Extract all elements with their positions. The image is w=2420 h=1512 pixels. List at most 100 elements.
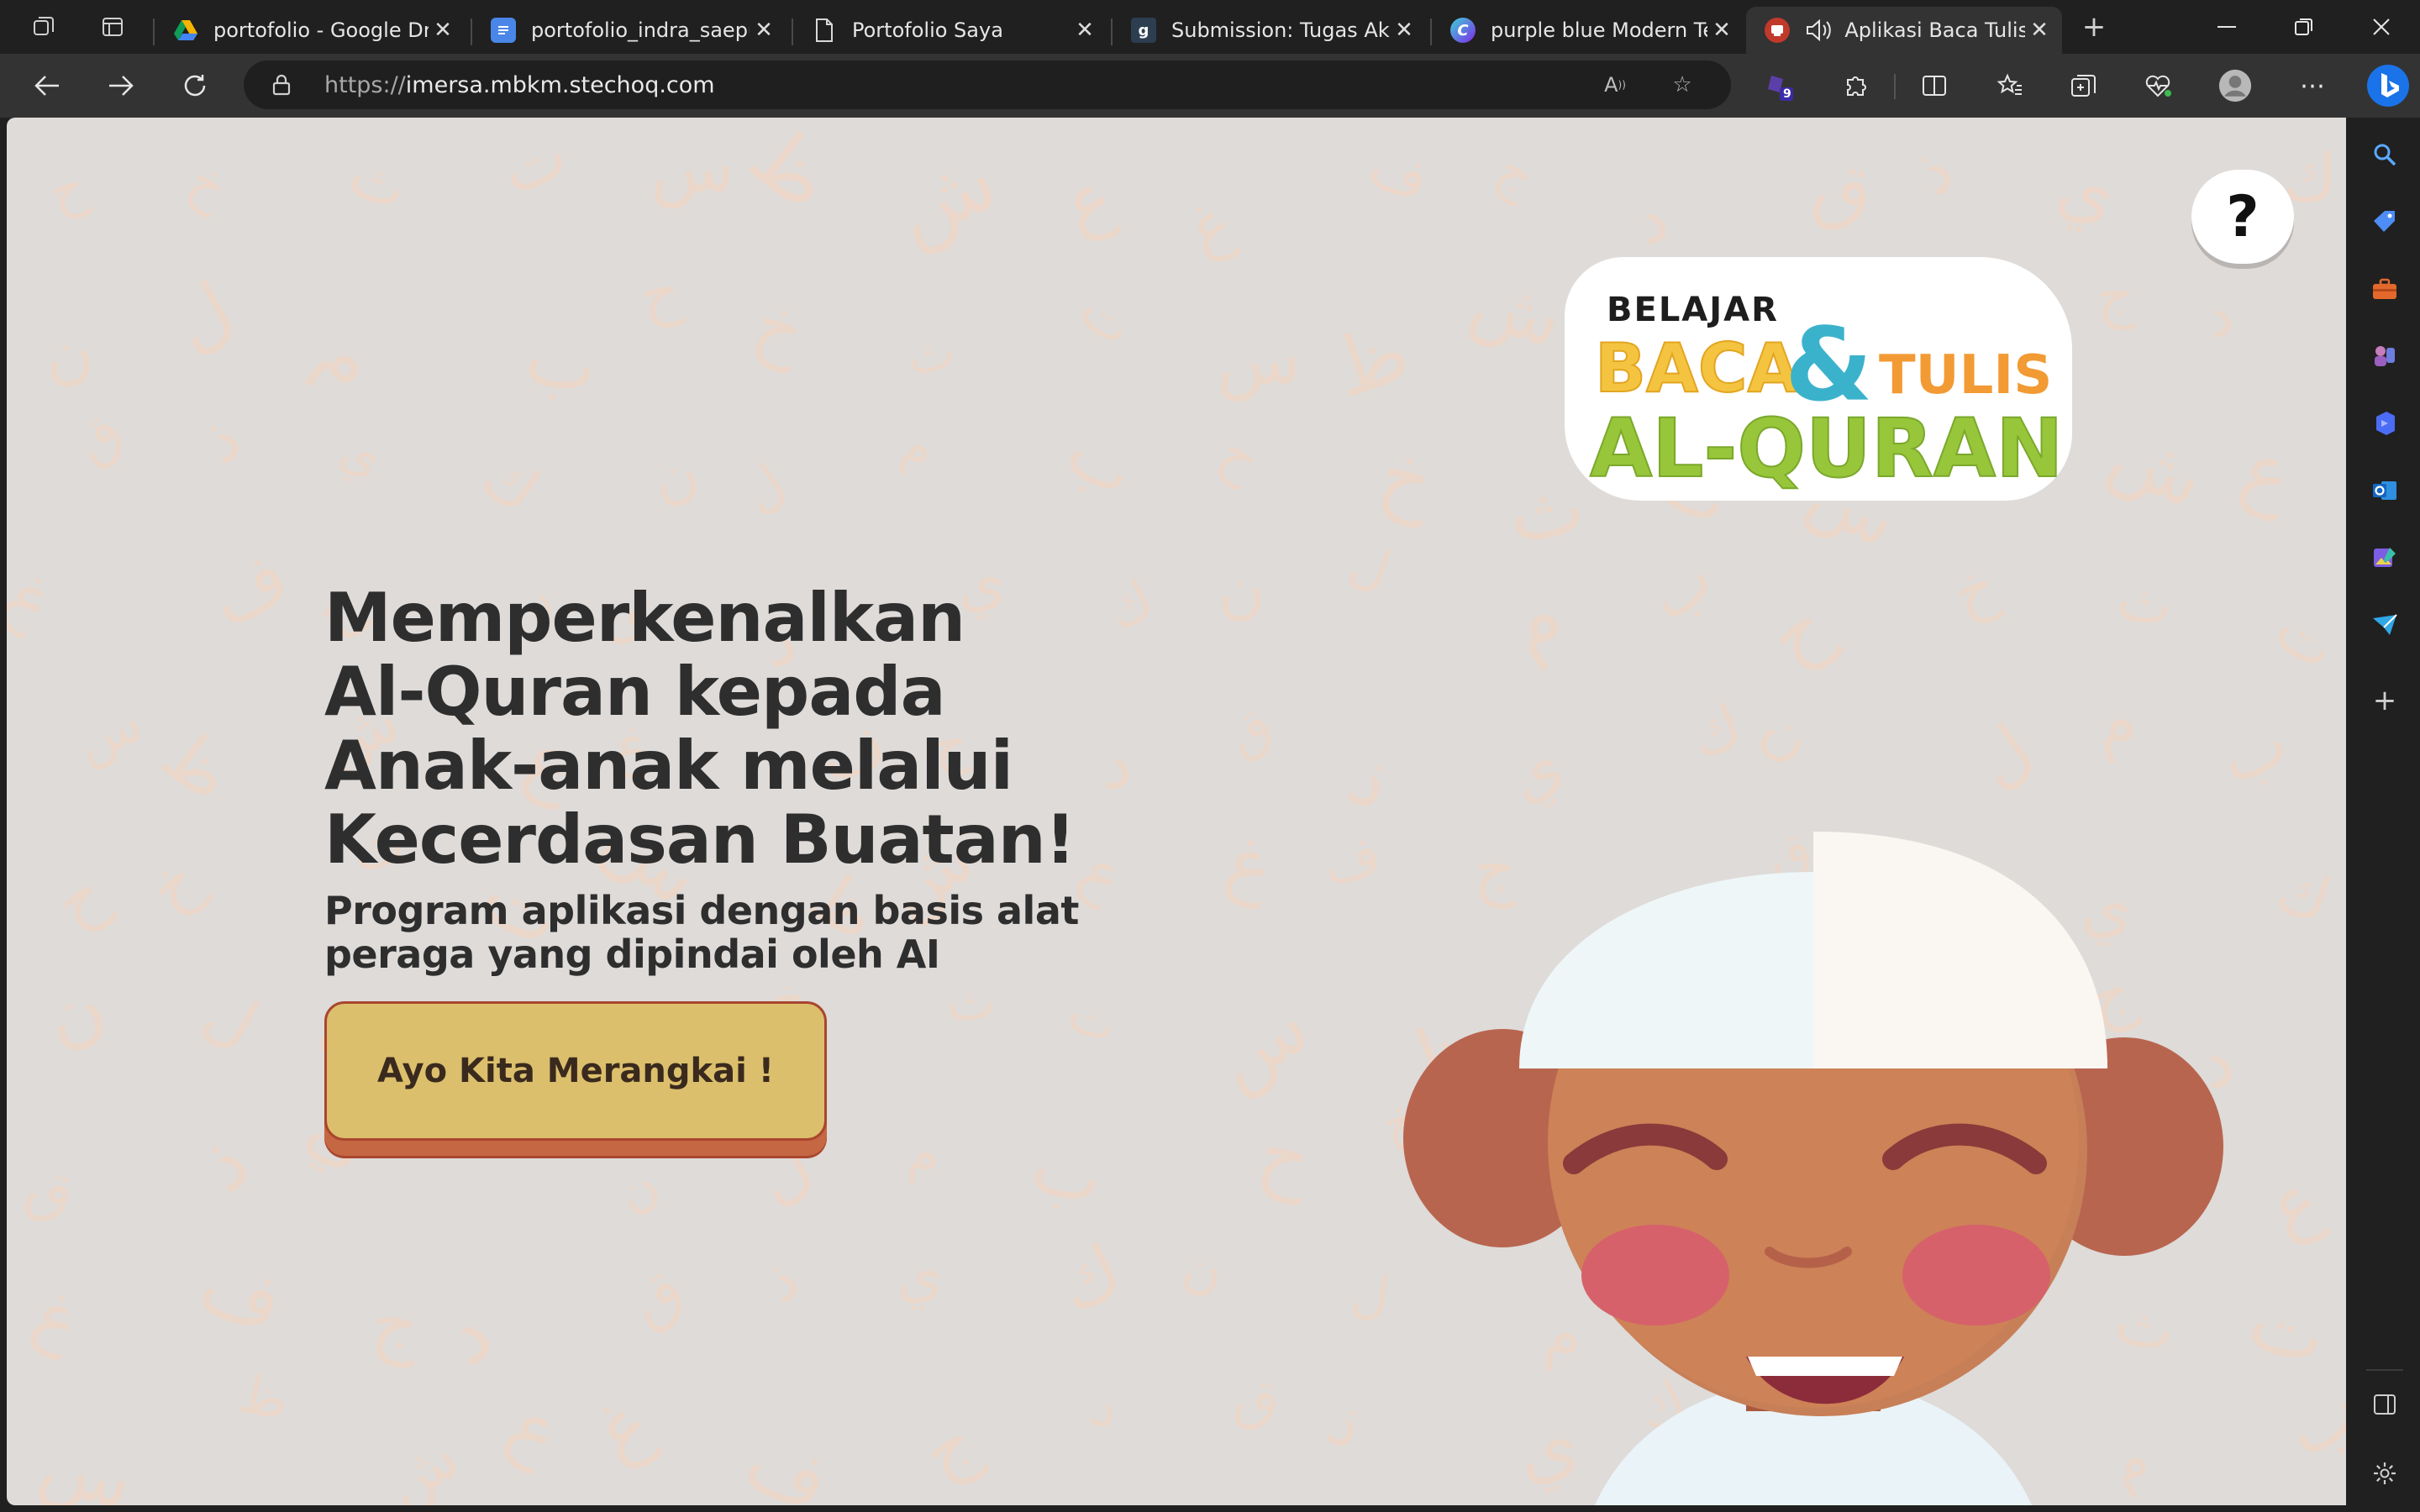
tab-actions-icon[interactable] bbox=[99, 13, 126, 40]
tab-google-drive[interactable]: portofolio - Google Drive ✕ bbox=[155, 7, 466, 54]
refresh-icon[interactable] bbox=[178, 69, 212, 102]
background-letter: ن bbox=[602, 1154, 670, 1226]
add-sidebar-app-icon[interactable]: + bbox=[2366, 682, 2403, 719]
search-icon[interactable] bbox=[2366, 136, 2403, 173]
sidebar-divider bbox=[2366, 1369, 2403, 1371]
background-letter: د bbox=[1623, 177, 1679, 261]
sidebar-settings-icon[interactable] bbox=[2366, 1455, 2403, 1492]
background-letter: ي bbox=[896, 1239, 944, 1310]
more-options-icon[interactable]: ⋯ bbox=[2296, 69, 2329, 102]
background-letter: ع bbox=[493, 1382, 579, 1478]
background-letter: ح bbox=[39, 154, 95, 225]
background-letter: ث bbox=[947, 973, 996, 1032]
close-icon[interactable]: ✕ bbox=[1707, 18, 1736, 43]
background-letter: س bbox=[650, 128, 735, 209]
tab-title: Portofolio Saya bbox=[852, 18, 1003, 42]
background-letter: ق bbox=[1217, 694, 1283, 769]
background-letter: ف bbox=[195, 533, 302, 643]
background-letter: س bbox=[66, 691, 151, 774]
tab-google-docs[interactable]: portofolio_indra_saepudin ✕ bbox=[472, 7, 786, 54]
restore-icon[interactable] bbox=[2287, 10, 2321, 44]
background-letter: ج bbox=[906, 1398, 992, 1497]
back-icon[interactable] bbox=[30, 69, 64, 102]
background-letter: د bbox=[2196, 280, 2241, 352]
background-letter: ن bbox=[648, 437, 705, 515]
drop-send-icon[interactable] bbox=[2366, 606, 2403, 643]
favorites-icon[interactable] bbox=[1993, 69, 2027, 102]
url-text[interactable]: https://imersa.mbkm.stechoq.com bbox=[324, 72, 715, 98]
workspaces-icon[interactable] bbox=[30, 13, 57, 40]
app-logo: BELAJAR BACA & TULIS AL-QURAN bbox=[1565, 257, 2072, 501]
address-bar[interactable]: https://imersa.mbkm.stechoq.com A)) ☆ bbox=[244, 60, 1731, 109]
close-icon[interactable]: ✕ bbox=[750, 18, 778, 43]
games-icon[interactable] bbox=[2366, 338, 2403, 375]
bing-copilot-icon[interactable] bbox=[2365, 62, 2412, 109]
close-icon[interactable]: ✕ bbox=[1390, 18, 1418, 43]
close-icon[interactable]: ✕ bbox=[2025, 18, 2054, 43]
read-aloud-icon[interactable]: A)) bbox=[1602, 71, 1628, 98]
background-letter: ف bbox=[188, 1237, 295, 1351]
page-icon bbox=[812, 18, 837, 43]
background-letter: ت bbox=[1059, 982, 1128, 1057]
close-icon[interactable]: ✕ bbox=[1071, 18, 1099, 43]
shopping-tag-icon[interactable] bbox=[2366, 203, 2403, 240]
background-letter: ذ bbox=[755, 1243, 810, 1317]
background-letter: خ bbox=[1370, 426, 1444, 530]
background-letter: س bbox=[30, 1418, 143, 1505]
window-close-icon[interactable] bbox=[2365, 10, 2398, 44]
background-letter: خ bbox=[1943, 549, 2007, 631]
background-letter: ل bbox=[157, 265, 249, 370]
microsoft-365-icon[interactable] bbox=[2366, 405, 2403, 442]
toolbar-divider bbox=[1894, 74, 1896, 99]
g-icon: g bbox=[1131, 18, 1156, 43]
background-letter: غ bbox=[1217, 816, 1284, 912]
minimize-icon[interactable] bbox=[2210, 10, 2244, 44]
forward-icon[interactable] bbox=[104, 69, 138, 102]
extensions-puzzle-icon[interactable] bbox=[1839, 69, 1872, 102]
app-icon bbox=[1765, 18, 1790, 43]
background-letter: ي bbox=[2049, 142, 2123, 238]
browser-toolbar: https://imersa.mbkm.stechoq.com A)) ☆ 9 … bbox=[0, 54, 2420, 118]
logo-line-belajar: BELAJAR bbox=[1607, 291, 1779, 329]
profile-avatar-icon[interactable] bbox=[2218, 69, 2252, 102]
image-creator-icon[interactable] bbox=[2366, 539, 2403, 576]
help-button[interactable]: ? bbox=[2191, 170, 2294, 264]
tab-canva[interactable]: C purple blue Modern Tech ✕ bbox=[1432, 7, 1744, 54]
background-letter: ذ bbox=[1901, 131, 1967, 212]
background-letter: د bbox=[1101, 725, 1134, 806]
new-tab-icon[interactable]: + bbox=[2081, 10, 2107, 44]
background-letter: ث bbox=[339, 139, 418, 225]
extension-icon[interactable]: 9 bbox=[1763, 69, 1797, 102]
background-letter: ن bbox=[1218, 551, 1266, 627]
url-host: imersa.mbkm.stechoq.com bbox=[405, 72, 715, 98]
background-letter: ج bbox=[1486, 138, 1549, 209]
speaker-icon[interactable] bbox=[1805, 18, 1833, 42]
background-letter: غ bbox=[581, 1376, 666, 1478]
background-letter: س bbox=[1197, 982, 1324, 1107]
tools-briefcase-icon[interactable] bbox=[2366, 270, 2403, 307]
background-letter: ن bbox=[42, 314, 97, 395]
lock-icon[interactable] bbox=[269, 72, 294, 97]
tab-portofolio-saya[interactable]: Portofolio Saya ✕ bbox=[793, 7, 1107, 54]
tab-aplikasi-baca-tulis[interactable]: Aplikasi Baca Tulis ✕ bbox=[1746, 7, 2062, 54]
background-letter: ي bbox=[332, 419, 390, 490]
background-letter: ب bbox=[1052, 411, 1150, 514]
close-icon[interactable]: ✕ bbox=[429, 18, 457, 43]
collections-icon[interactable] bbox=[2067, 69, 2101, 102]
background-letter: ش bbox=[2096, 408, 2217, 527]
background-letter: د bbox=[1081, 1375, 1131, 1443]
favorite-star-icon[interactable]: ☆ bbox=[1669, 71, 1696, 98]
background-letter: م bbox=[1486, 567, 1580, 675]
background-letter: ظ bbox=[1320, 303, 1422, 417]
background-letter: ح bbox=[634, 255, 687, 333]
logo-word-baca: BACA bbox=[1594, 328, 1801, 408]
background-letter: ت bbox=[2260, 591, 2346, 686]
browser-essentials-icon[interactable] bbox=[2141, 69, 2175, 102]
hide-sidebar-icon[interactable] bbox=[2366, 1386, 2403, 1423]
tab-submission[interactable]: g Submission: Tugas Akhir ✕ bbox=[1113, 7, 1427, 54]
start-button[interactable]: Ayo Kita Merangkai ! bbox=[324, 1001, 827, 1141]
outlook-icon[interactable] bbox=[2366, 472, 2403, 509]
extension-badge: 9 bbox=[1783, 87, 1791, 101]
split-screen-icon[interactable] bbox=[1918, 69, 1951, 102]
hero-subheadline: Program aplikasi dengan basis alat perag… bbox=[324, 888, 1079, 977]
